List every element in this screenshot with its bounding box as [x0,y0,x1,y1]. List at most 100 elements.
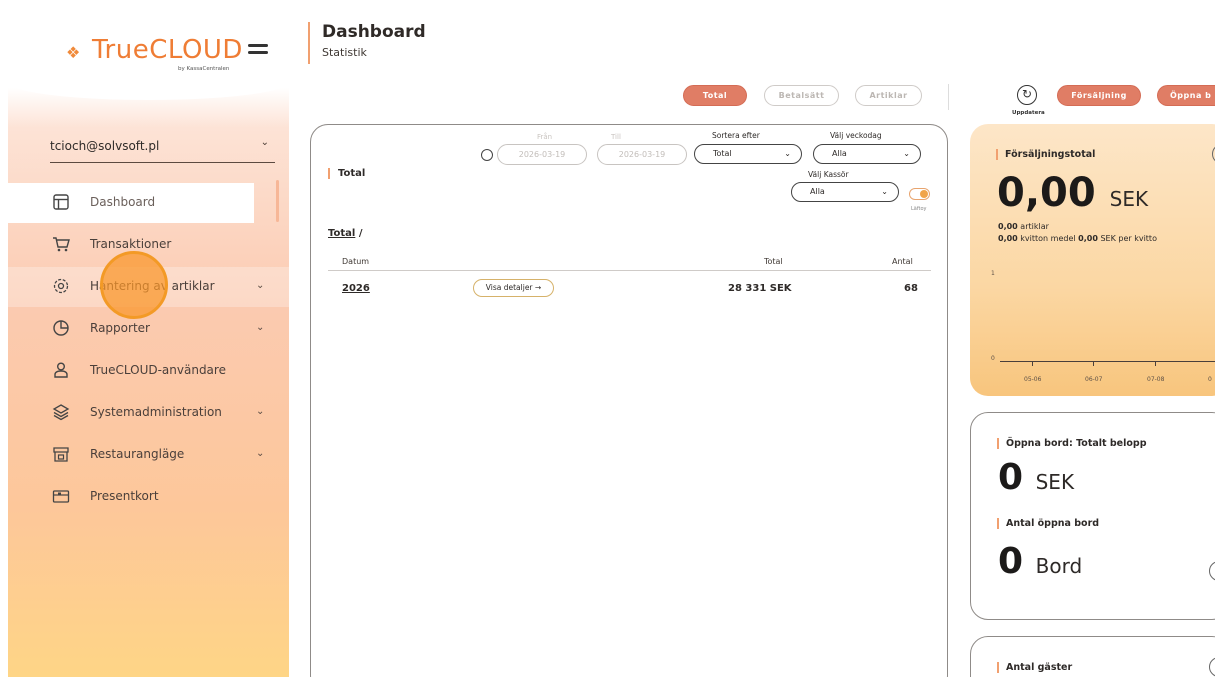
info-icon[interactable] [1209,561,1215,581]
chevron-down-icon: ⌄ [256,322,265,333]
sales-amount-value: 0,00 [997,170,1096,216]
live-toggle[interactable] [909,188,930,200]
sales-total-card: Försäljningstotal 0,00 SEK 0,00 artiklar… [970,124,1215,396]
x-tick-label: 07-08 [1147,376,1165,383]
sort-value: Total [713,149,732,158]
articles-line: 0,00 artiklar [998,222,1049,231]
cashier-value: Alla [810,187,825,196]
total-panel: Total Från 2026-03-19 Till 2026-03-19 So… [310,124,948,677]
user-email: tcioch@solvsoft.pl [50,139,160,153]
page-subtitle: Statistik [322,46,367,59]
sales-unit: SEK [1109,187,1149,211]
receipts-line: 0,00 kvitton medel 0,00 SEK per kvitto [998,234,1157,243]
gift-card-icon [52,490,70,503]
sidebar-item-label: Restaurangläge [90,447,185,461]
open-count: 0 Bord [998,541,1082,582]
logo-mark-icon: ❖ [66,43,81,62]
open-count-value: 0 [998,541,1024,582]
panel-title: Total [328,168,365,179]
from-date-input[interactable]: 2026-03-19 [497,144,587,165]
row-antal: 68 [904,283,918,294]
page-header: Dashboard Statistik [308,22,426,64]
x-tick-label: 05-06 [1024,376,1042,383]
sidebar-item-label: TrueCLOUD-användare [90,363,226,377]
weekday-value: Alla [832,149,847,158]
show-details-button[interactable]: Visa detaljer → [473,279,554,297]
active-indicator [276,180,279,222]
sidebar: ❖ TrueCLOUD by KassaCentralen tcioch@sol… [8,8,289,677]
open-amount-value: 0 [998,457,1024,498]
guests-label: Antal gäster [997,662,1072,673]
avg-value: 0,00 [1078,234,1098,243]
y-tick-0: 0 [991,355,995,362]
sidebar-item-label: Presentkort [90,489,159,503]
logo-subtitle: by KassaCentralen [178,66,230,72]
x-tick-mark [1093,361,1094,366]
open-count-label: Antal öppna bord [997,518,1099,529]
breadcrumb-total-link[interactable]: Total [328,228,355,239]
sidebar-item-systemadministration[interactable]: Systemadministration ⌄ [8,393,289,433]
toggle-label: Läftoy [911,206,927,212]
chevron-down-icon: ⌄ [903,149,910,158]
open-amount-label: Öppna bord: Totalt belopp [997,438,1147,449]
avg-suffix: SEK per kvitto [1100,234,1157,243]
sort-select[interactable]: Total ⌄ [694,144,802,164]
sidebar-item-truecloud-anvandare[interactable]: TrueCLOUD-användare [8,351,289,391]
row-datum-link[interactable]: 2026 [342,283,370,294]
sidebar-item-label: Dashboard [90,195,156,209]
user-icon [54,362,68,378]
refresh-icon[interactable]: ↻ [1017,85,1037,105]
column-header-datum: Datum [342,257,370,266]
x-tick-label: 06-07 [1085,376,1103,383]
layout-icon [53,194,69,210]
chevron-down-icon: ⌄ [256,406,265,417]
sidebar-item-presentkort[interactable]: Presentkort [8,477,289,517]
tab-total[interactable]: Total [683,85,747,106]
y-tick-1: 1 [991,270,995,277]
sidebar-item-restauranglage[interactable]: Restaurangläge ⌄ [8,435,289,475]
articles-label: artiklar [1020,222,1049,231]
sidebar-item-label: Systemadministration [90,405,222,419]
cashier-select[interactable]: Alla ⌄ [791,182,899,202]
user-dropdown[interactable]: tcioch@solvsoft.pl ⌄ [50,135,275,163]
info-icon[interactable] [1209,657,1215,677]
from-label: Från [537,133,553,141]
breadcrumb: Total / [328,228,362,239]
x-tick-mark [1155,361,1156,366]
tab-betalsatt[interactable]: Betalsätt [764,85,839,106]
menu-toggle-icon[interactable] [248,41,270,57]
column-header-total: Total [764,257,783,266]
guests-card: Antal gäster [970,636,1215,677]
open-count-unit: Bord [1035,554,1083,578]
row-total: 28 331 SEK [728,283,792,294]
to-date-input[interactable]: 2026-03-19 [597,144,687,165]
truecloud-logo[interactable]: ❖ TrueCLOUD by KassaCentralen [66,35,246,75]
logo-text: TrueCLOUD [92,35,243,65]
sales-label: Försäljningstotal [996,149,1095,160]
receipts-value: 0,00 [998,234,1018,243]
sidebar-item-dashboard[interactable]: Dashboard [8,183,254,223]
tab-oppna-bord[interactable]: Öppna b [1157,85,1215,106]
open-amount: 0 SEK [998,457,1074,498]
sidebar-item-label: Rapporter [90,321,150,335]
cashier-label: Välj Kassör [808,170,849,179]
x-tick-label: 0 [1208,376,1212,383]
date-range-radio[interactable] [481,149,493,161]
refresh-label: Uppdatera [1012,110,1045,116]
breadcrumb-separator: / [358,228,363,239]
sidebar-item-label: Transaktioner [90,237,172,251]
weekday-select[interactable]: Alla ⌄ [813,144,921,164]
open-tables-card: Öppna bord: Totalt belopp 0 SEK Antal öp… [970,412,1215,620]
chevron-down-icon: ⌄ [784,149,791,158]
chevron-down-icon: ⌄ [256,280,265,291]
cursor-highlight [100,251,168,319]
chevron-down-icon: ⌄ [256,448,265,459]
pie-chart-icon [53,320,69,336]
tab-forsaljning[interactable]: Försäljning [1057,85,1141,106]
to-label: Till [611,133,621,141]
x-tick-mark [1032,361,1033,366]
tab-artiklar[interactable]: Artiklar [855,85,922,106]
open-amount-unit: SEK [1035,470,1075,494]
sales-amount: 0,00 SEK [997,170,1148,216]
table-divider [328,270,931,271]
